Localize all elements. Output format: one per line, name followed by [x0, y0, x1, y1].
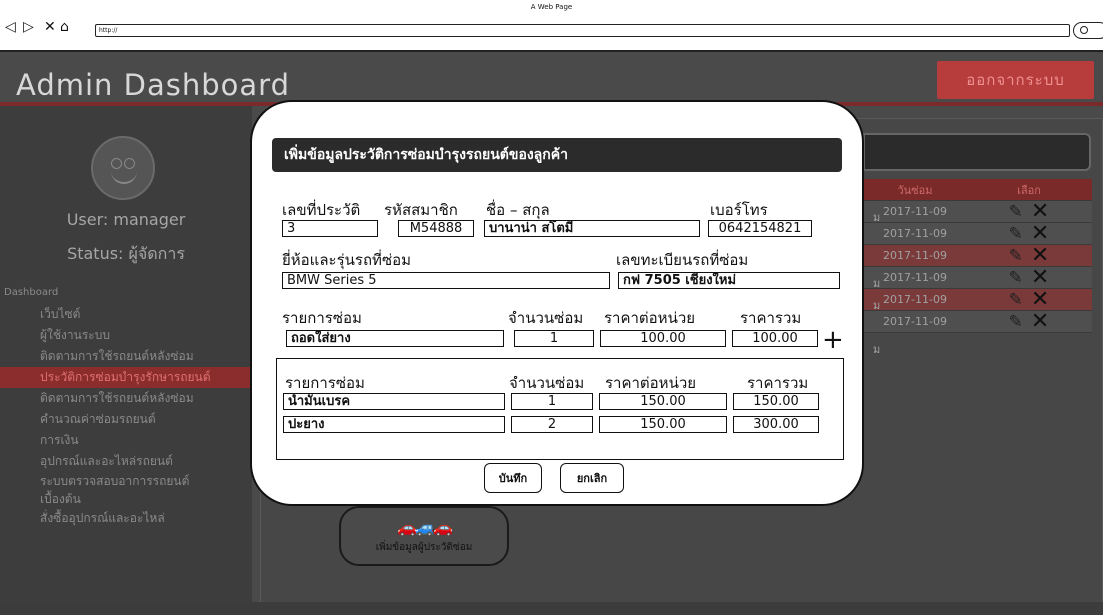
- row-edge-text: ม: [873, 299, 881, 312]
- list-header-qty: จำนวนซ่อม: [509, 374, 585, 392]
- home-icon[interactable]: ⌂: [60, 20, 69, 34]
- row-edge-text: ม: [873, 277, 881, 290]
- sidebar-item-parts[interactable]: อุปกรณ์และอะไหล่รถยนต์: [0, 451, 252, 472]
- history-table: วันซ่อม เลือก 2017-11-09 ✎ ✕ 2017-11-09 ✎…: [864, 179, 1092, 334]
- list-item: น้ำมันเบรค: [283, 393, 505, 410]
- plate-field[interactable]: กฟ 7505 เชียงใหม่: [618, 272, 840, 289]
- list-total: 300.00: [733, 416, 819, 433]
- edit-icon[interactable]: ✎: [1009, 224, 1023, 244]
- table-row: 2017-11-09 ✎ ✕: [864, 199, 1092, 224]
- row-date: 2017-11-09: [883, 249, 947, 262]
- sidebar-item-repair-history[interactable]: ประวัติการซ่อมบำรุงรักษารถยนต์: [0, 367, 252, 388]
- item-field[interactable]: ถอดใส่ยาง: [286, 330, 504, 347]
- row-edge-text: ม: [873, 343, 881, 356]
- list-item: ปะยาง: [283, 416, 505, 433]
- list-qty: 1: [511, 393, 593, 410]
- browser-title: A Web Page: [530, 3, 573, 11]
- edit-icon[interactable]: ✎: [1009, 268, 1023, 288]
- table-row: 2017-11-09 ✎ ✕: [864, 243, 1092, 268]
- table-row: 2017-11-09 ✎ ✕: [864, 309, 1092, 334]
- sidebar-item-order-parts[interactable]: สั่งซื้ออุปกรณ์และอะไหล่: [0, 508, 252, 529]
- search-icon: [1080, 26, 1088, 34]
- phone-field[interactable]: 0642154821: [708, 220, 812, 237]
- header-date: วันซ่อม: [897, 183, 933, 197]
- sidebar-item-diagnosis-cont[interactable]: เบื้องต้น: [0, 490, 252, 508]
- browser-search-button[interactable]: [1073, 22, 1103, 39]
- item-list: รายการซ่อม จำนวนซ่อม ราคาต่อหน่วย ราคารว…: [276, 358, 844, 460]
- list-header-unit-price: ราคาต่อหน่วย: [605, 374, 697, 392]
- cancel-button[interactable]: ยกเลิก: [560, 463, 624, 493]
- row-date: 2017-11-09: [883, 227, 947, 240]
- label-plate: เลขทะเบียนรถที่ซ่อม: [616, 251, 749, 269]
- label-total: ราคารวม: [740, 309, 802, 327]
- list-total: 150.00: [733, 393, 819, 410]
- sidebar-menu: เว็บไซต์ ผู้ใช้งานระบบ ติดตามการใช้รถยนต…: [0, 304, 252, 529]
- modal-title: เพิ่มข้อมูลประวัติการซ่อมบำรุงรถยนต์ของล…: [272, 138, 842, 172]
- list-unit-price: 150.00: [599, 393, 727, 410]
- add-record-label: เพิ่มข้อมูลผู้ประวัติซ่อม: [375, 541, 473, 553]
- browser-chrome: A Web Page ◁ ▷ ✕ ⌂ http://: [0, 0, 1103, 52]
- url-field[interactable]: http://: [95, 24, 1070, 37]
- label-qty: จำนวนซ่อม: [508, 309, 584, 327]
- edit-icon[interactable]: ✎: [1009, 246, 1023, 266]
- edit-icon[interactable]: ✎: [1009, 202, 1023, 222]
- label-member-id: รหัสสมาชิก: [384, 201, 458, 219]
- back-icon[interactable]: ◁: [5, 20, 16, 34]
- table-header: วันซ่อม เลือก: [864, 179, 1092, 201]
- sidebar-item-followup[interactable]: ติดตามการใช้รถยนต์หลังซ่อม: [0, 346, 252, 367]
- logout-button[interactable]: ออกจากระบบ: [937, 61, 1094, 99]
- row-date: 2017-11-09: [883, 315, 947, 328]
- label-phone: เบอร์โทร: [710, 201, 768, 219]
- history-no-field[interactable]: 3: [282, 220, 378, 237]
- content-topbar: [863, 133, 1091, 171]
- edit-icon[interactable]: ✎: [1009, 290, 1023, 310]
- list-header-item: รายการซ่อม: [285, 374, 365, 392]
- stop-icon[interactable]: ✕: [44, 20, 56, 34]
- header-action: เลือก: [1017, 183, 1041, 197]
- avatar-icon: [91, 136, 155, 200]
- member-id-field[interactable]: M54888: [398, 220, 474, 237]
- sidebar-item-website[interactable]: เว็บไซต์: [0, 304, 252, 325]
- table-row: 2017-11-09 ✎ ✕: [864, 221, 1092, 246]
- sidebar-item-followup-2[interactable]: ติดตามการใช้รถยนต์หลังซ่อม: [0, 388, 252, 409]
- label-item: รายการซ่อม: [282, 309, 362, 327]
- table-row: 2017-11-09 ✎ ✕: [864, 265, 1092, 290]
- status-label: Status: ผู้จัดการ: [67, 244, 185, 263]
- delete-icon[interactable]: ✕: [1031, 309, 1049, 334]
- list-unit-price: 150.00: [599, 416, 727, 433]
- menu-title: Dashboard: [4, 287, 59, 298]
- list-header-total: ราคารวม: [747, 374, 809, 392]
- sidebar-item-users[interactable]: ผู้ใช้งานระบบ: [0, 325, 252, 346]
- sidebar-item-cost-calc[interactable]: คำนวณค่าซ่อมรถยนต์: [0, 409, 252, 430]
- sidebar-item-diagnosis[interactable]: ระบบตรวจสอบอาการรถยนต์: [0, 472, 252, 490]
- edit-icon[interactable]: ✎: [1009, 312, 1023, 332]
- add-history-modal: เพิ่มข้อมูลประวัติการซ่อมบำรุงรถยนต์ของล…: [250, 100, 864, 506]
- label-unit-price: ราคาต่อหน่วย: [604, 309, 696, 327]
- sidebar-item-finance[interactable]: การเงิน: [0, 430, 252, 451]
- sidebar: User: manager Status: ผู้จัดการ Dashboar…: [0, 106, 252, 615]
- user-label: User: manager: [66, 210, 186, 229]
- total-field[interactable]: 100.00: [732, 330, 818, 347]
- label-name: ชื่อ – สกุล: [486, 201, 550, 219]
- save-button[interactable]: บันทึก: [484, 463, 542, 493]
- forward-icon[interactable]: ▷: [23, 20, 34, 34]
- add-record-button[interactable]: 🚗🚙🚗 เพิ่มข้อมูลผู้ประวัติซ่อม: [339, 506, 509, 566]
- app-title: Admin Dashboard: [16, 68, 290, 102]
- list-qty: 2: [511, 416, 593, 433]
- row-edge-text: ม: [873, 211, 881, 224]
- qty-field[interactable]: 1: [514, 330, 594, 347]
- label-history-no: เลขที่ประวัติ: [282, 201, 361, 219]
- table-row: 2017-11-09 ✎ ✕: [864, 287, 1092, 312]
- name-field[interactable]: บานาน่า สโตมี่: [484, 220, 700, 237]
- cars-icon: 🚗🚙🚗: [397, 517, 453, 537]
- unit-price-field[interactable]: 100.00: [600, 330, 726, 347]
- add-item-icon[interactable]: +: [822, 327, 844, 353]
- footer-bar: [0, 602, 1103, 615]
- brand-field[interactable]: BMW Series 5: [282, 272, 610, 289]
- label-brand: ยี่ห้อและรุ่นรถที่ซ่อม: [282, 251, 412, 269]
